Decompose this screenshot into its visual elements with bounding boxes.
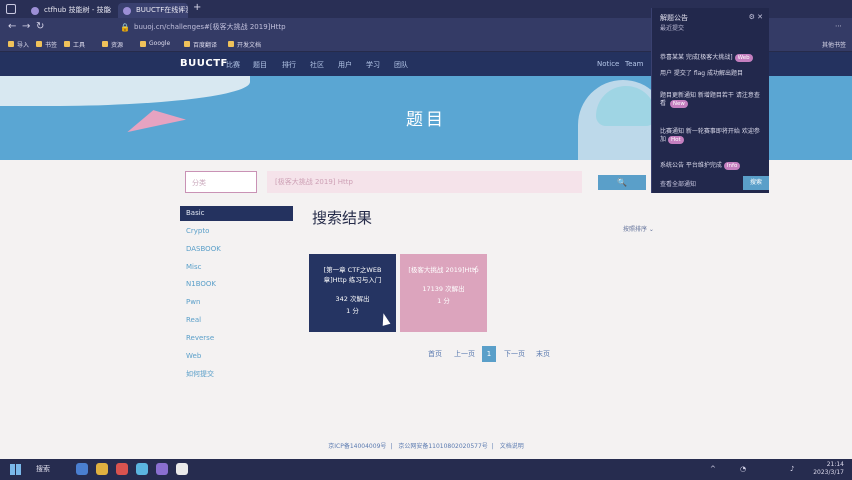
category-item-misc[interactable]: Misc <box>180 260 293 278</box>
page-next[interactable]: 下一页 <box>504 346 525 362</box>
notification-item[interactable]: 题目更新通知 新增题目若干 请注意查看 New <box>660 92 764 108</box>
notification-header: 解题公告 <box>660 14 688 22</box>
close-icon[interactable]: × <box>178 3 184 18</box>
results-heading: 搜索结果 <box>312 209 373 227</box>
docs-link[interactable]: 文档说明 <box>500 443 524 450</box>
category-item-n1book[interactable]: N1BOOK <box>180 277 293 295</box>
category-item-basic[interactable]: Basic <box>180 206 293 221</box>
tab-favicon-icon <box>123 7 131 15</box>
nav-link[interactable]: 排行 <box>282 60 296 70</box>
lock-icon: 🔒 <box>120 23 130 32</box>
challenge-card-solved[interactable]: ✓ [极客大挑战 2019]Http 17139 次解出 1 分 <box>400 254 487 332</box>
category-item-dasbook[interactable]: DASBOOK <box>180 242 293 260</box>
taskbar-search[interactable]: 搜索 <box>36 464 50 474</box>
category-item-web[interactable]: Web <box>180 349 293 367</box>
nav-link[interactable]: 题目 <box>253 60 267 70</box>
page-prev[interactable]: 上一页 <box>454 346 475 362</box>
page-current[interactable]: 1 <box>482 346 496 362</box>
browser-menu-icon[interactable]: ⋯ <box>835 22 842 30</box>
bookmark-item[interactable]: 书签 <box>36 40 57 49</box>
notification-badge: Hot <box>668 136 684 144</box>
close-icon[interactable]: × <box>106 3 112 18</box>
new-tab-button[interactable]: + <box>193 2 201 13</box>
reload-icon[interactable]: ↻ <box>36 21 44 32</box>
bookmark-item[interactable]: 工具 <box>64 40 85 49</box>
bookmark-item[interactable]: 导入 <box>8 40 29 49</box>
file-explorer-icon[interactable] <box>76 463 88 475</box>
notification-text: 用户 提交了 flag 成功解出题目 <box>660 70 743 77</box>
bookmark-item[interactable]: 百度翻译 <box>184 40 217 49</box>
page-last[interactable]: 末页 <box>536 346 550 362</box>
nav-link[interactable]: 学习 <box>366 60 380 70</box>
icp-link[interactable]: 京ICP备14004009号 <box>328 443 386 450</box>
challenge-solves: 17139 次解出 <box>422 285 465 293</box>
notification-item[interactable]: 用户 提交了 flag 成功解出题目 <box>660 70 764 78</box>
tab-label: ctfhub 技能树 - 技能 <box>44 6 111 14</box>
notification-settings-icon[interactable]: ⚙ ✕ <box>749 13 763 21</box>
folder-icon[interactable] <box>96 463 108 475</box>
bookmark-item[interactable]: 资源 <box>102 40 123 49</box>
browser-tab-2[interactable]: BUUCTF在线评测 × <box>118 3 188 18</box>
check-icon: ✓ <box>472 264 479 273</box>
site-brand[interactable]: BUUCTF <box>180 58 228 69</box>
challenge-title: [第一章 CTF之WEB章]Http 练习与入门 <box>323 266 382 284</box>
taskbar: 搜索 ^ ◔ ♪ 21:14 2023/3/17 <box>0 459 852 480</box>
challenge-solves: 342 次解出 <box>335 295 370 303</box>
category-item-howto[interactable]: 如何提交 <box>180 366 293 384</box>
notification-text: 系统公告 平台维护完成 <box>660 162 722 169</box>
notification-item[interactable]: 恭喜某某 完成[极客大挑战] Web <box>660 54 764 62</box>
clock-time: 21:14 <box>826 461 844 468</box>
back-icon[interactable]: ← <box>8 21 16 32</box>
clock-date: 2023/3/17 <box>813 469 844 476</box>
browser-tab-1[interactable]: ctfhub 技能树 - 技能 × <box>26 3 116 18</box>
notification-badge: Web <box>734 54 753 62</box>
category-item-crypto[interactable]: Crypto <box>180 224 293 242</box>
notification-text: 恭喜某某 完成[极客大挑战] <box>660 54 733 61</box>
tray-up-icon[interactable]: ^ <box>710 465 716 473</box>
page-first[interactable]: 首页 <box>428 346 442 362</box>
police-link[interactable]: 京公网安备11010802020577号 <box>398 443 487 450</box>
browser-app-icon[interactable] <box>116 463 128 475</box>
bookmark-item[interactable]: Google <box>140 40 170 47</box>
sort-dropdown[interactable]: 按照排序 ⌄ <box>623 224 654 233</box>
sidebar-toggle-icon[interactable] <box>6 4 16 14</box>
network-icon[interactable]: ◔ <box>740 465 746 473</box>
tab-favicon-icon <box>31 7 39 15</box>
nav-link[interactable]: 社区 <box>310 60 324 70</box>
system-clock[interactable]: 21:14 2023/3/17 <box>813 461 844 477</box>
notes-icon[interactable] <box>176 463 188 475</box>
nav-link[interactable]: 用户 <box>338 60 352 70</box>
notification-item[interactable]: 系统公告 平台维护完成 Info <box>660 162 764 170</box>
nav-link[interactable]: 团队 <box>394 60 408 70</box>
challenge-points: 1 分 <box>437 297 450 305</box>
windows-start-icon[interactable] <box>10 464 21 475</box>
category-sidebar: Basic Crypto DASBOOK Misc N1BOOK Pwn Rea… <box>180 206 293 384</box>
other-bookmarks[interactable]: 其他书签 <box>822 40 846 49</box>
category-item-real[interactable]: Real <box>180 313 293 331</box>
url-field[interactable]: buuoj.cn/challenges#[极客大挑战 2019]Http <box>134 22 286 32</box>
search-button[interactable]: 🔍 <box>598 175 646 190</box>
app-icon[interactable] <box>156 463 168 475</box>
edge-icon[interactable] <box>136 463 148 475</box>
nav-link-right[interactable]: Notice <box>597 60 619 68</box>
cloud-decoration <box>0 76 250 106</box>
notification-badge: New <box>669 100 688 108</box>
notification-badge: Info <box>723 162 741 170</box>
bookmark-item[interactable]: 开发文档 <box>228 40 261 49</box>
notification-subheader: 最近提交 <box>660 25 685 32</box>
notification-footer[interactable]: 查看全部通知 <box>660 179 696 188</box>
notification-panel: 解题公告 最近提交 ⚙ ✕ 恭喜某某 完成[极客大挑战] Web 用户 提交了 f… <box>651 8 769 193</box>
volume-icon[interactable]: ♪ <box>790 465 794 473</box>
category-item-pwn[interactable]: Pwn <box>180 295 293 313</box>
search-submit-button[interactable]: 搜索 <box>743 176 769 190</box>
site-footer: 京ICP备14004009号 | 京公网安备11010802020577号 | 文档… <box>328 443 524 450</box>
forward-icon[interactable]: → <box>22 21 30 32</box>
nav-link-right[interactable]: Team <box>625 60 644 68</box>
category-item-reverse[interactable]: Reverse <box>180 331 293 349</box>
category-search-input[interactable]: 分类 <box>185 171 257 193</box>
nav-link[interactable]: 比赛 <box>226 60 240 70</box>
notification-item[interactable]: 比赛通知 新一轮赛事即将开始 欢迎参加 Hot <box>660 128 764 144</box>
challenge-search-input[interactable]: [极客大挑战 2019] Http <box>267 171 582 193</box>
